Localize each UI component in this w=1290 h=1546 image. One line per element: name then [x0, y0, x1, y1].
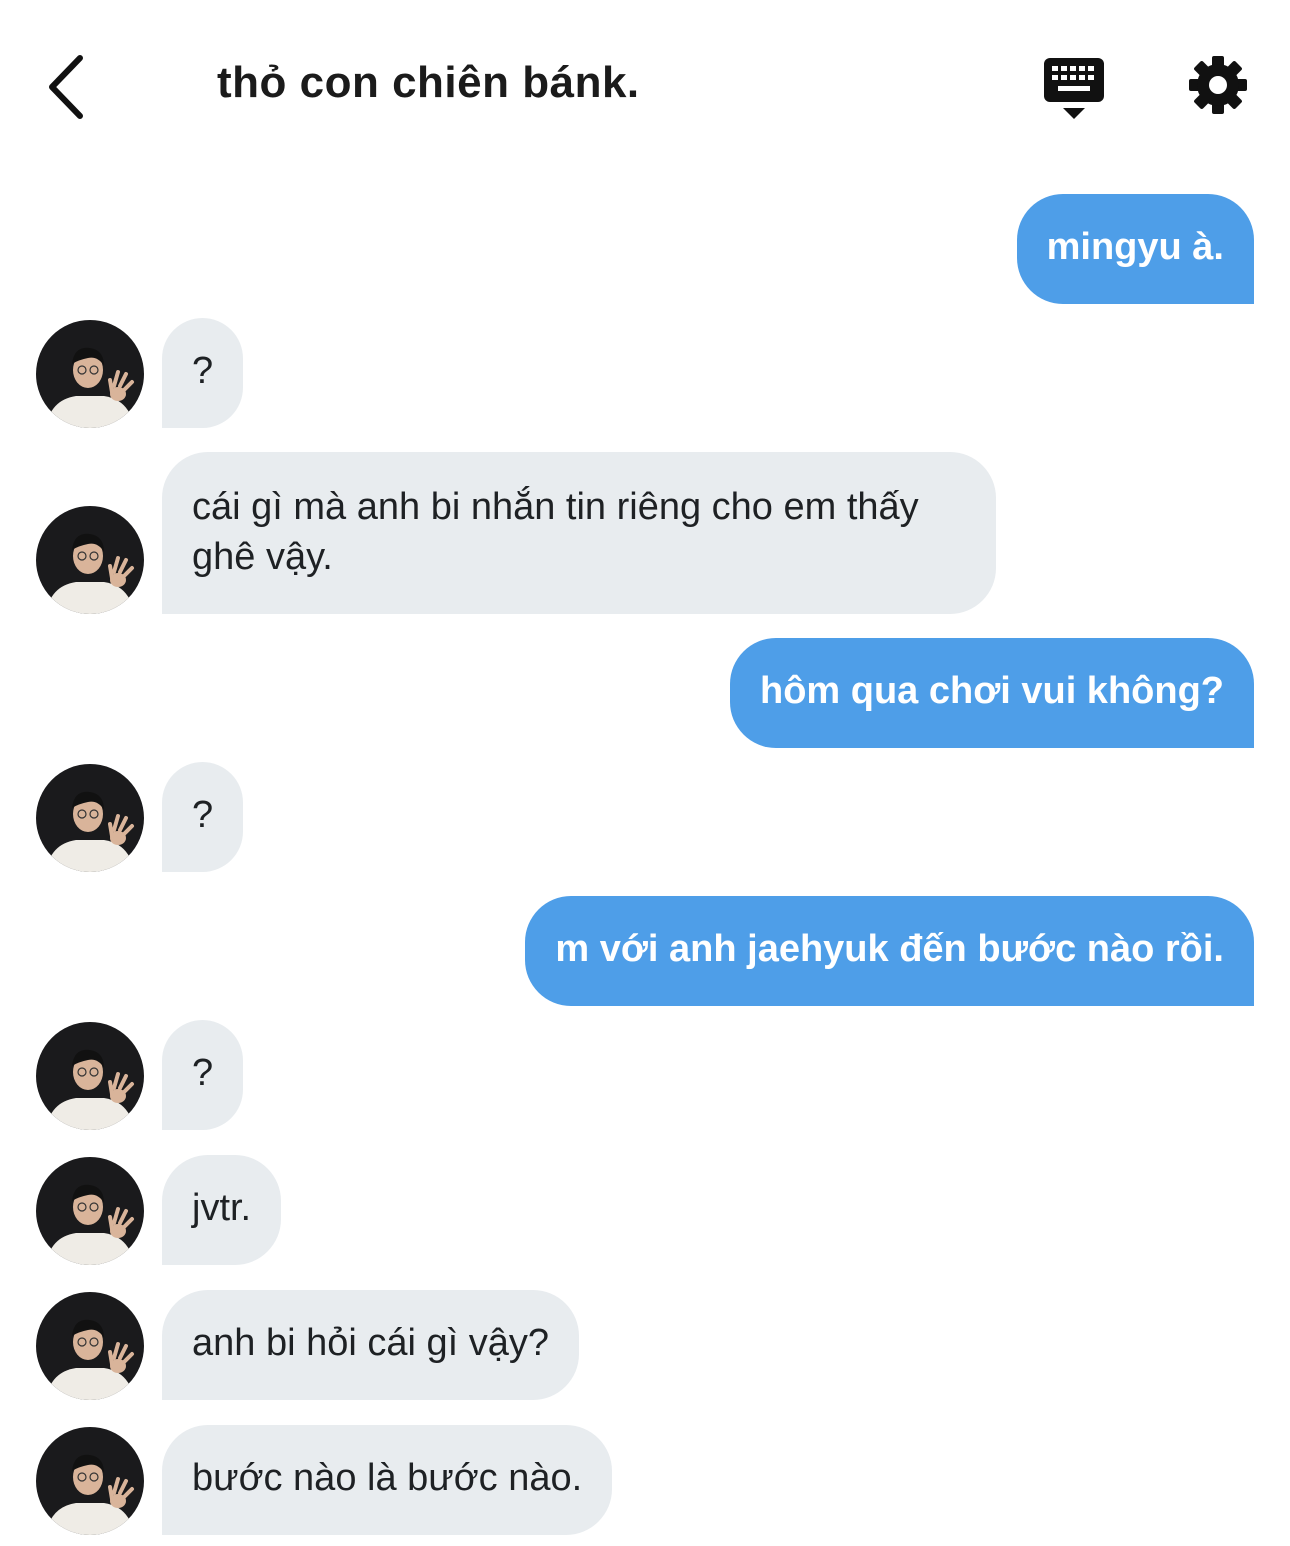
incoming-message[interactable]: jvtr.	[162, 1155, 282, 1265]
chevron-left-icon	[49, 55, 83, 119]
avatar-photo	[36, 320, 144, 428]
message-text: ?	[192, 794, 214, 836]
message-text: anh bi hỏi cái gì vậy?	[192, 1322, 550, 1364]
incoming-message[interactable]: ?	[162, 1020, 244, 1130]
incoming-message[interactable]: cái gì mà anh bi nhắn tin riêng cho em t…	[162, 452, 996, 614]
avatar[interactable]	[36, 1427, 144, 1535]
keyboard-hide-icon	[1044, 58, 1104, 119]
chat-title: thỏ con chiên bánk.	[217, 58, 640, 107]
avatar[interactable]	[36, 1022, 144, 1130]
message-text: hôm qua chơi vui không?	[759, 670, 1224, 712]
avatar[interactable]	[36, 320, 144, 428]
avatar-photo	[36, 1157, 144, 1265]
outgoing-message[interactable]: mingyu à.	[1016, 194, 1254, 304]
chat-screen: thỏ con chiên bánk. mingyu à. ? cái gì m…	[0, 0, 1290, 1546]
avatar-photo	[36, 1427, 144, 1535]
chat-header: thỏ con chiên bánk.	[0, 0, 1290, 170]
keyboard-button[interactable]	[1040, 56, 1108, 122]
outgoing-message[interactable]: m với anh jaehyuk đến bước nào rồi.	[525, 896, 1254, 1006]
avatar-photo	[36, 764, 144, 872]
avatar-photo	[36, 1022, 144, 1130]
message-text: m với anh jaehyuk đến bước nào rồi.	[555, 928, 1224, 970]
message-text: jvtr.	[192, 1187, 252, 1229]
gear-icon	[1189, 56, 1247, 114]
avatar[interactable]	[36, 1292, 144, 1400]
message-text: mingyu à.	[1046, 226, 1224, 268]
avatar[interactable]	[36, 764, 144, 872]
avatar-photo	[36, 1292, 144, 1400]
avatar[interactable]	[36, 506, 144, 614]
settings-button[interactable]	[1186, 53, 1250, 117]
message-text: ?	[192, 1052, 214, 1094]
avatar[interactable]	[36, 1157, 144, 1265]
message-text: ?	[192, 350, 214, 392]
incoming-message[interactable]: ?	[162, 318, 244, 428]
message-text: bước nào là bước nào.	[192, 1457, 583, 1499]
back-button[interactable]	[40, 50, 100, 125]
avatar-photo	[36, 506, 144, 614]
outgoing-message[interactable]: hôm qua chơi vui không?	[729, 638, 1254, 748]
incoming-message[interactable]: bước nào là bước nào.	[162, 1425, 613, 1535]
incoming-message[interactable]: anh bi hỏi cái gì vậy?	[162, 1290, 580, 1400]
incoming-message[interactable]: ?	[162, 762, 244, 872]
message-text: cái gì mà anh bi nhắn tin riêng cho em t…	[192, 486, 919, 578]
